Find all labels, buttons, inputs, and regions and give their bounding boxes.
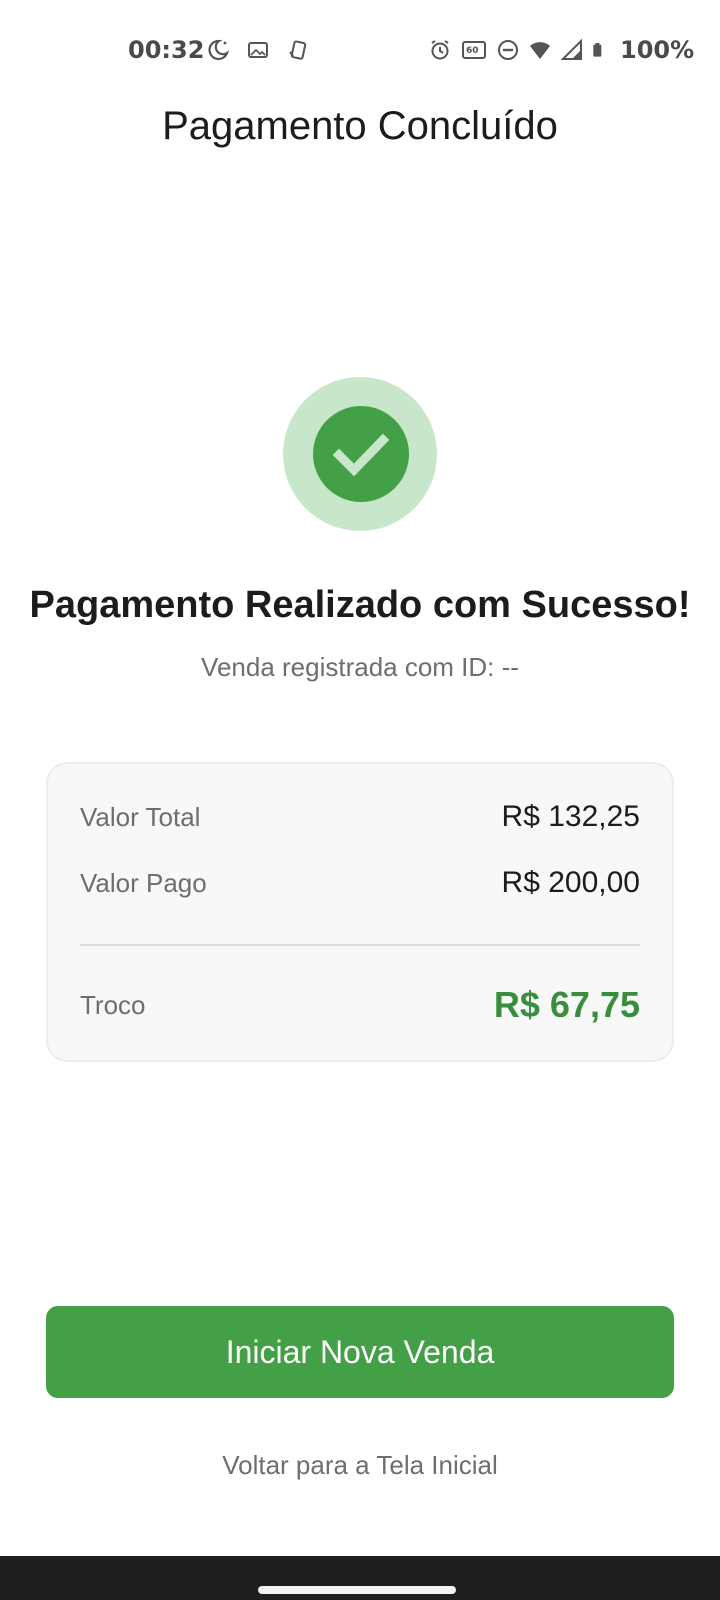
- paid-label: Valor Pago: [80, 867, 207, 898]
- battery-percentage: 100%: [620, 36, 695, 64]
- svg-text:60: 60: [466, 46, 479, 56]
- paid-value: R$ 200,00: [501, 866, 640, 899]
- change-value: R$ 67,75: [493, 984, 640, 1025]
- payment-complete-screen: 00:32 60 100% Pagamento Concluído Pagame…: [0, 0, 720, 1600]
- sale-id-text: Venda registrada com ID: --: [201, 652, 519, 682]
- payment-summary-card: Valor Total R$ 132,25 Valor Pago R$ 200,…: [46, 762, 674, 1062]
- checkmark-icon: [332, 433, 390, 477]
- signal-icon: [560, 38, 582, 60]
- wifi-icon: [530, 42, 550, 59]
- change-label: Troco: [80, 989, 146, 1020]
- alarm-icon: [431, 40, 449, 60]
- new-sale-button[interactable]: Iniciar Nova Venda: [46, 1306, 674, 1398]
- status-time: 00:32: [128, 36, 205, 64]
- paid-row: Valor Pago R$ 200,00: [80, 866, 640, 900]
- change-row: Troco R$ 67,75: [80, 984, 640, 1026]
- gallery-icon: [248, 42, 268, 58]
- status-left-icons: [206, 38, 310, 62]
- dnd-icon: [498, 40, 518, 60]
- total-value: R$ 132,25: [501, 800, 640, 833]
- total-row: Valor Total R$ 132,25: [80, 800, 640, 834]
- success-halo: [283, 377, 437, 531]
- status-right-icons: 60 100%: [428, 36, 694, 64]
- do-not-disturb-moon-icon: [208, 39, 230, 61]
- refresh-rate-60hz-icon: 60: [462, 41, 486, 59]
- home-indicator[interactable]: [258, 1586, 456, 1594]
- back-to-home-link[interactable]: Voltar para a Tela Inicial: [0, 1450, 720, 1481]
- check-circle-icon: [313, 406, 409, 502]
- page-title: Pagamento Concluído: [162, 104, 558, 148]
- pickup-icon: [289, 40, 307, 60]
- total-label: Valor Total: [80, 801, 201, 832]
- battery-icon: [593, 43, 602, 57]
- success-title: Pagamento Realizado com Sucesso!: [29, 584, 691, 626]
- summary-divider: [80, 944, 640, 946]
- status-bar: 00:32 60 100%: [0, 0, 720, 100]
